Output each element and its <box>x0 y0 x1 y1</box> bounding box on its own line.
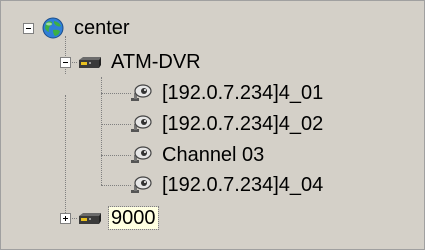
tree-node-label: [192.0.7.234]4_01 <box>162 82 324 104</box>
tree-node-channel[interactable]: [192.0.7.234]4_01 <box>128 80 325 106</box>
tree-node-label: [192.0.7.234]4_04 <box>162 174 324 196</box>
tree-connector <box>101 155 131 156</box>
tree-node-center[interactable]: center <box>40 15 132 41</box>
collapse-atm-dvr-button[interactable] <box>60 57 71 68</box>
device-tree-panel: center ATM-DVR [192.0.7.234]4_01 [192.0.… <box>0 0 425 250</box>
device-tree: center ATM-DVR [192.0.7.234]4_01 [192.0.… <box>1 1 424 249</box>
expand-9000-button[interactable] <box>60 213 71 224</box>
camera-icon <box>131 146 152 163</box>
tree-connector <box>65 36 66 74</box>
tree-connector <box>65 95 66 219</box>
tree-node-label: Channel 03 <box>162 144 265 166</box>
tree-node-label: center <box>74 17 130 39</box>
tree-node-atm-dvr[interactable]: ATM-DVR <box>77 49 203 75</box>
tree-node-channel[interactable]: Channel 03 <box>128 142 266 168</box>
dvr-device-icon <box>79 213 101 224</box>
camera-icon <box>131 176 152 193</box>
globe-icon <box>42 17 64 39</box>
tree-connector <box>101 185 131 186</box>
tree-node-9000[interactable]: 9000 <box>77 205 159 231</box>
tree-node-label: 9000 <box>108 206 159 230</box>
collapse-center-button[interactable] <box>23 23 34 34</box>
tree-node-label: ATM-DVR <box>111 51 201 73</box>
camera-icon <box>131 84 152 101</box>
tree-connector <box>101 124 131 125</box>
tree-node-label: [192.0.7.234]4_02 <box>162 113 324 135</box>
tree-node-channel[interactable]: [192.0.7.234]4_04 <box>128 172 325 198</box>
dvr-device-icon <box>79 57 101 68</box>
tree-connector <box>101 93 131 94</box>
tree-node-channel[interactable]: [192.0.7.234]4_02 <box>128 111 325 137</box>
camera-icon <box>131 115 152 132</box>
